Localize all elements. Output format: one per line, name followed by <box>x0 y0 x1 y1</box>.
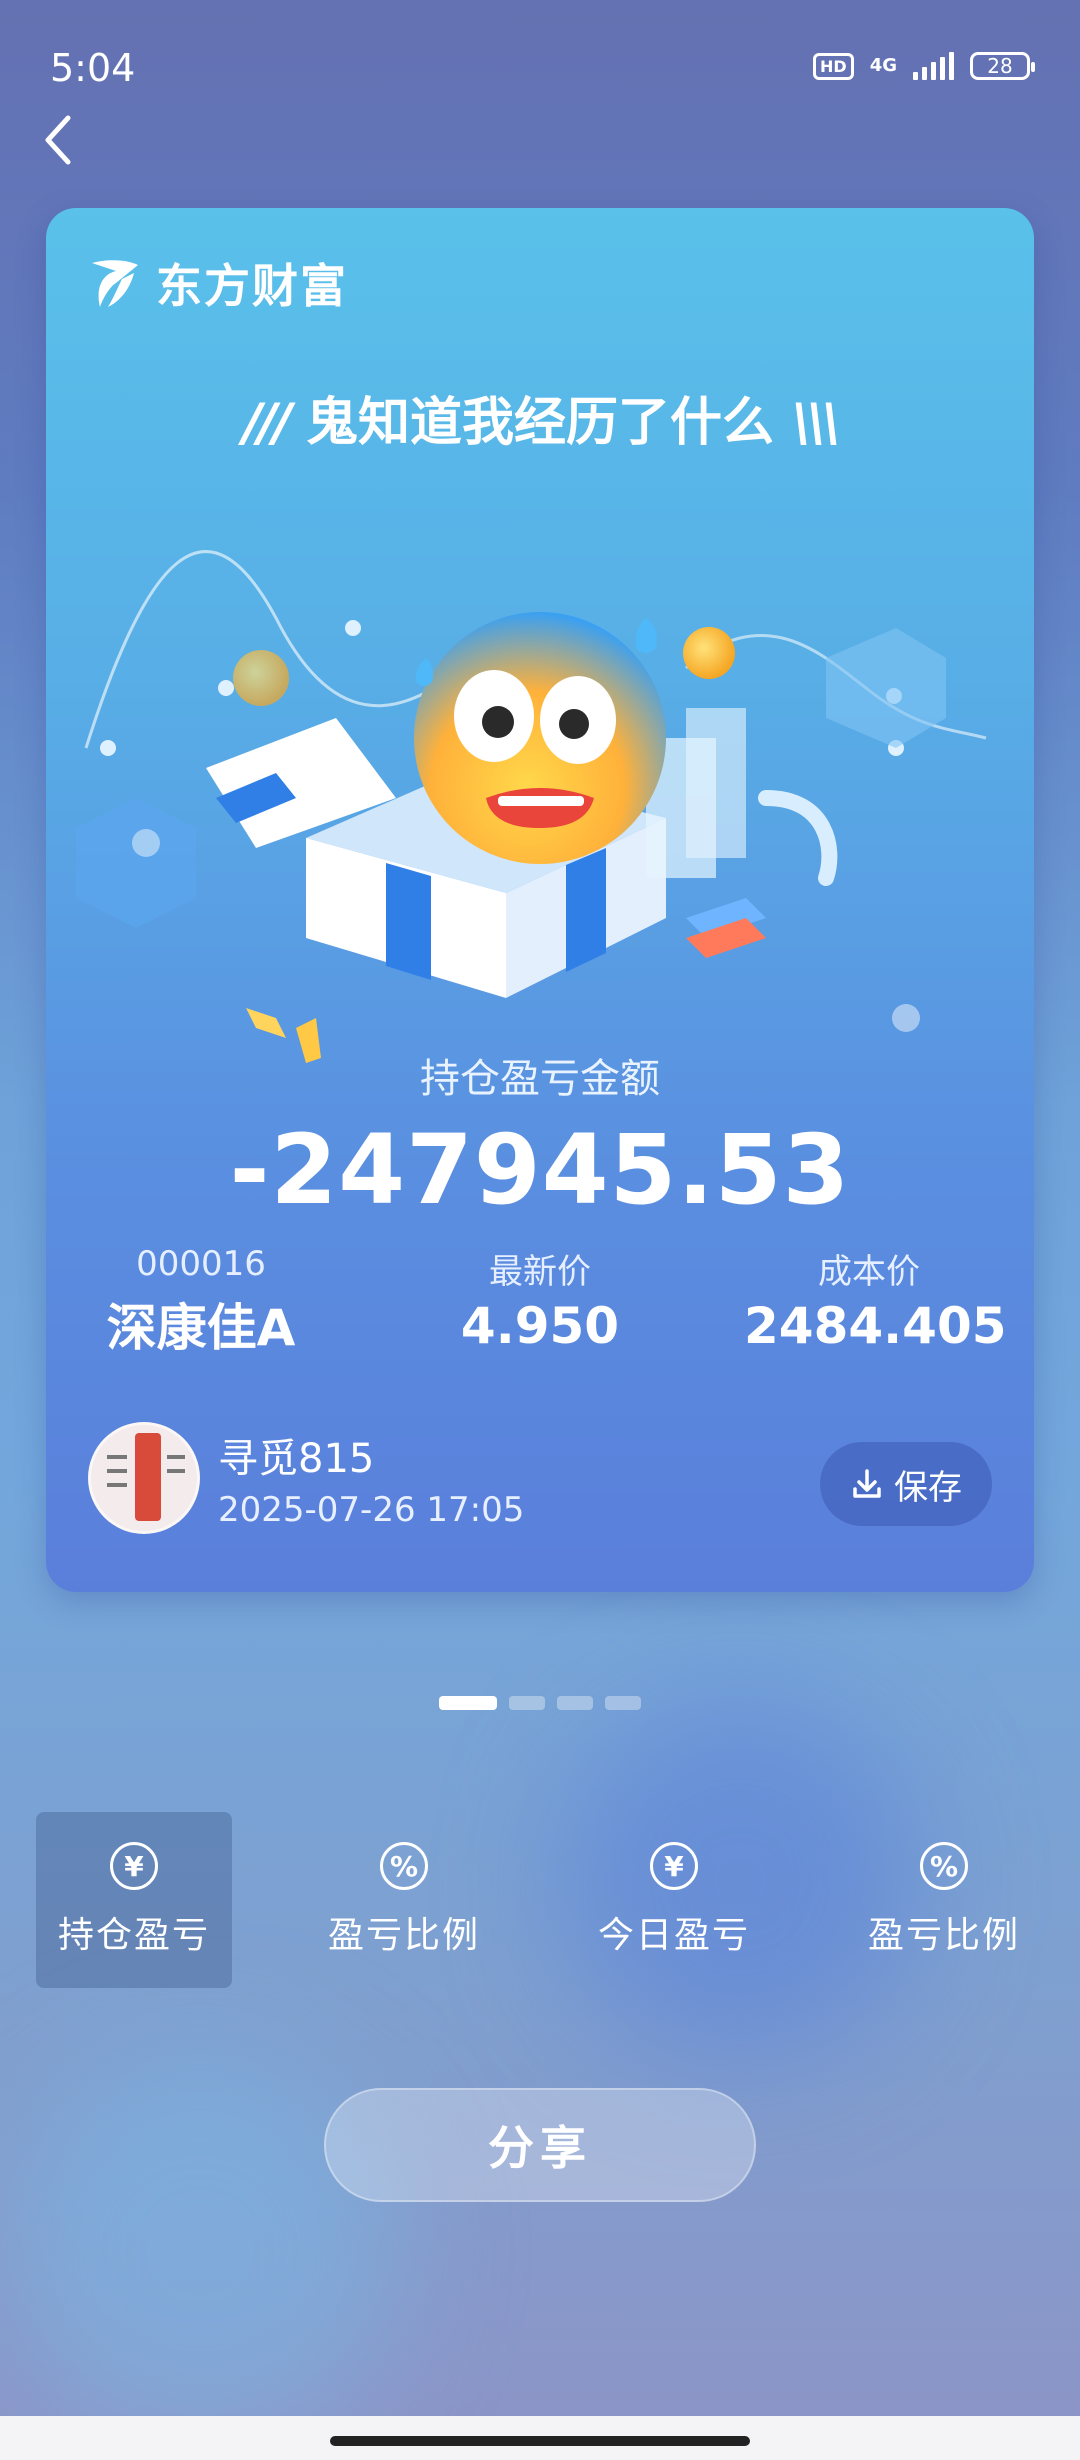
pl-label: 持仓盈亏金额 <box>420 1056 660 1102</box>
share-datetime: 2025-07-26 17:05 <box>218 1490 525 1530</box>
shocked-emoji-gift-illustration <box>76 550 987 1063</box>
pl-value: -247945.53 <box>229 1114 851 1226</box>
system-icons: HD 4G 28 <box>813 52 1035 80</box>
tab-label: 盈亏比例 <box>327 1915 480 1956</box>
pager-dots <box>0 1696 1080 1710</box>
user-name: 寻觅815 <box>218 1436 375 1482</box>
battery-icon: 28 <box>970 52 1035 80</box>
tab-pl-ratio[interactable]: % 盈亏比例 <box>306 1812 502 1988</box>
percent-icon: % <box>380 1842 428 1890</box>
headline: ///鬼知道我经历了什么 \\\ <box>243 393 841 453</box>
pager-dot[interactable] <box>557 1696 593 1710</box>
pager-dot[interactable] <box>509 1696 545 1710</box>
stock-code: 000016 <box>136 1244 266 1284</box>
status-bar: 5:04 HD 4G 28 <box>50 40 1035 100</box>
brand-mark-icon <box>92 260 138 307</box>
cost-price: 成本价 2484.405 <box>744 1244 1007 1355</box>
tab-position-pl[interactable]: ¥ 持仓盈亏 <box>36 1812 232 1988</box>
latest-price-label: 最新价 <box>489 1252 591 1292</box>
tab-today-pl[interactable]: ¥ 今日盈亏 <box>576 1812 772 1988</box>
share-button[interactable]: 分享 <box>324 2088 756 2202</box>
percent-icon: % <box>920 1842 968 1890</box>
status-time: 5:04 <box>50 46 136 90</box>
tab-label: 持仓盈亏 <box>57 1915 210 1956</box>
share-card: 东方财富 ///鬼知道我经历了什么 \\\ 持仓盈亏金额 -247945.53 … <box>46 208 1034 1592</box>
headline-text: 鬼知道我经历了什么 <box>305 393 774 453</box>
brand-name: 东方财富 <box>156 259 348 313</box>
tab-label: 今日盈亏 <box>597 1915 750 1956</box>
home-indicator[interactable] <box>330 2436 750 2446</box>
hd-icon: HD <box>813 52 854 80</box>
latest-price-value: 4.950 <box>460 1297 620 1355</box>
avatar[interactable] <box>88 1422 200 1534</box>
yen-icon: ¥ <box>650 1842 698 1890</box>
save-button[interactable]: 保存 <box>820 1442 992 1526</box>
brand-logo: 东方财富 <box>86 250 348 316</box>
latest-price: 最新价 4.950 <box>425 1244 655 1355</box>
pager-dot[interactable] <box>605 1696 641 1710</box>
yen-icon: ¥ <box>110 1842 158 1890</box>
signal-icon <box>913 52 954 80</box>
cost-price-label: 成本价 <box>818 1252 920 1292</box>
network-type: 4G <box>869 55 897 76</box>
back-icon[interactable] <box>40 110 80 170</box>
cost-price-value: 2484.405 <box>744 1297 1007 1355</box>
tab-label: 盈亏比例 <box>867 1915 1020 1956</box>
user-info: 寻觅815 2025-07-26 17:05 <box>88 1422 524 1534</box>
stock-name: 深康佳A <box>106 1299 296 1357</box>
pager-dot-active[interactable] <box>439 1696 497 1710</box>
card-type-tabs: ¥ 持仓盈亏 % 盈亏比例 ¥ 今日盈亏 % 盈亏比例 <box>36 1812 1044 1988</box>
save-label: 保存 <box>894 1467 962 1508</box>
download-icon <box>853 1469 881 1498</box>
stock-info: 000016 深康佳A <box>86 1244 316 1360</box>
tab-pl-ratio-2[interactable]: % 盈亏比例 <box>846 1812 1042 1988</box>
